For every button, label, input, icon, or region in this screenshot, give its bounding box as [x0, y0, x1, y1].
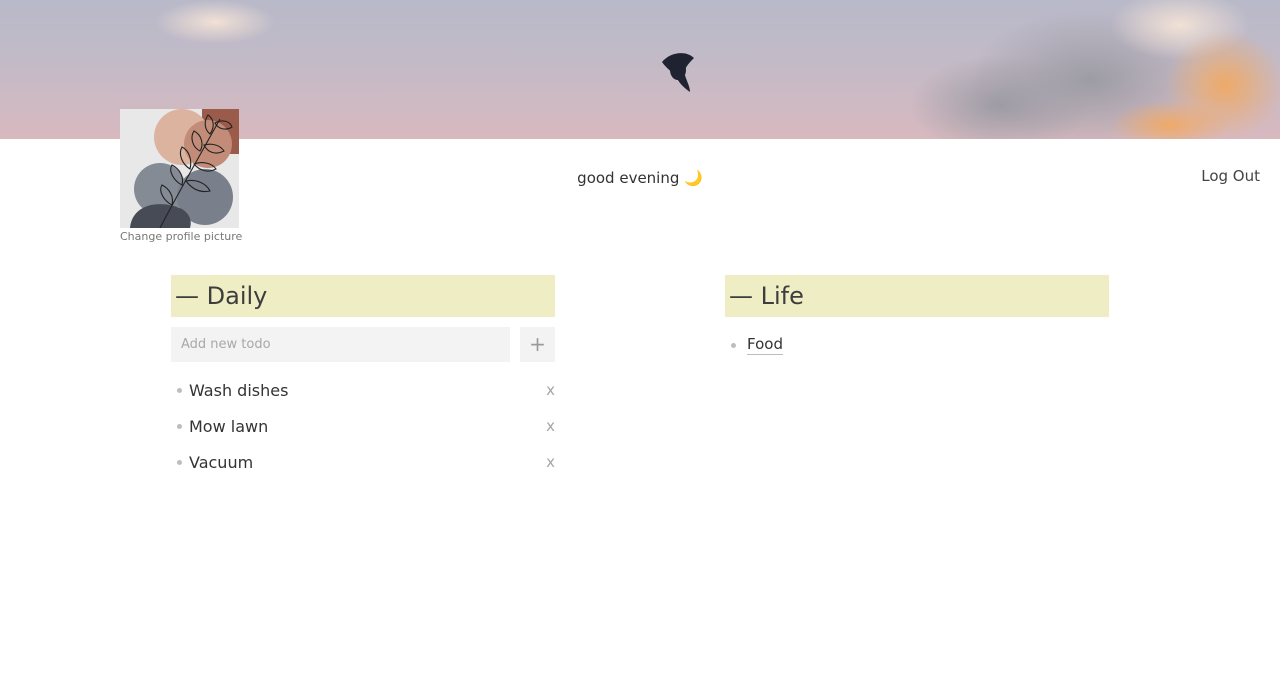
todo-item-label[interactable]: Wash dishes — [189, 381, 288, 400]
bullet-icon — [177, 387, 182, 393]
add-todo-button[interactable]: + — [520, 327, 555, 362]
todo-item-label[interactable]: Mow lawn — [189, 417, 268, 436]
daily-list-header: — Daily — [171, 275, 555, 317]
logout-button[interactable]: Log Out — [1201, 167, 1260, 185]
life-item-food-link[interactable]: Food — [747, 335, 783, 355]
daily-list: — Daily + Wash dishes x Mow lawn x Vacuu… — [171, 275, 555, 480]
remove-todo-button[interactable]: x — [546, 381, 555, 399]
daily-list-title[interactable]: — Daily — [175, 282, 267, 310]
remove-todo-button[interactable]: x — [546, 417, 555, 435]
life-sublist: Food — [725, 333, 1109, 357]
todo-item-label[interactable]: Vacuum — [189, 453, 253, 472]
life-list-header: — Life — [725, 275, 1109, 317]
bullet-icon — [177, 459, 182, 465]
life-list-title[interactable]: — Life — [729, 282, 804, 310]
bullet-icon — [177, 423, 182, 429]
add-todo-input[interactable] — [171, 327, 510, 362]
list-item: Food — [725, 333, 1109, 357]
todo-item: Vacuum x — [171, 444, 555, 480]
change-profile-picture-link[interactable]: Change profile picture — [120, 230, 242, 243]
bullet-icon — [731, 342, 736, 348]
life-list: — Life Food — [725, 275, 1109, 357]
remove-todo-button[interactable]: x — [546, 453, 555, 471]
daily-todo-list: Wash dishes x Mow lawn x Vacuum x — [171, 372, 555, 480]
todo-item: Wash dishes x — [171, 372, 555, 408]
todo-item: Mow lawn x — [171, 408, 555, 444]
greeting-text: good evening 🌙 — [577, 169, 703, 187]
add-todo-row: + — [171, 327, 555, 362]
